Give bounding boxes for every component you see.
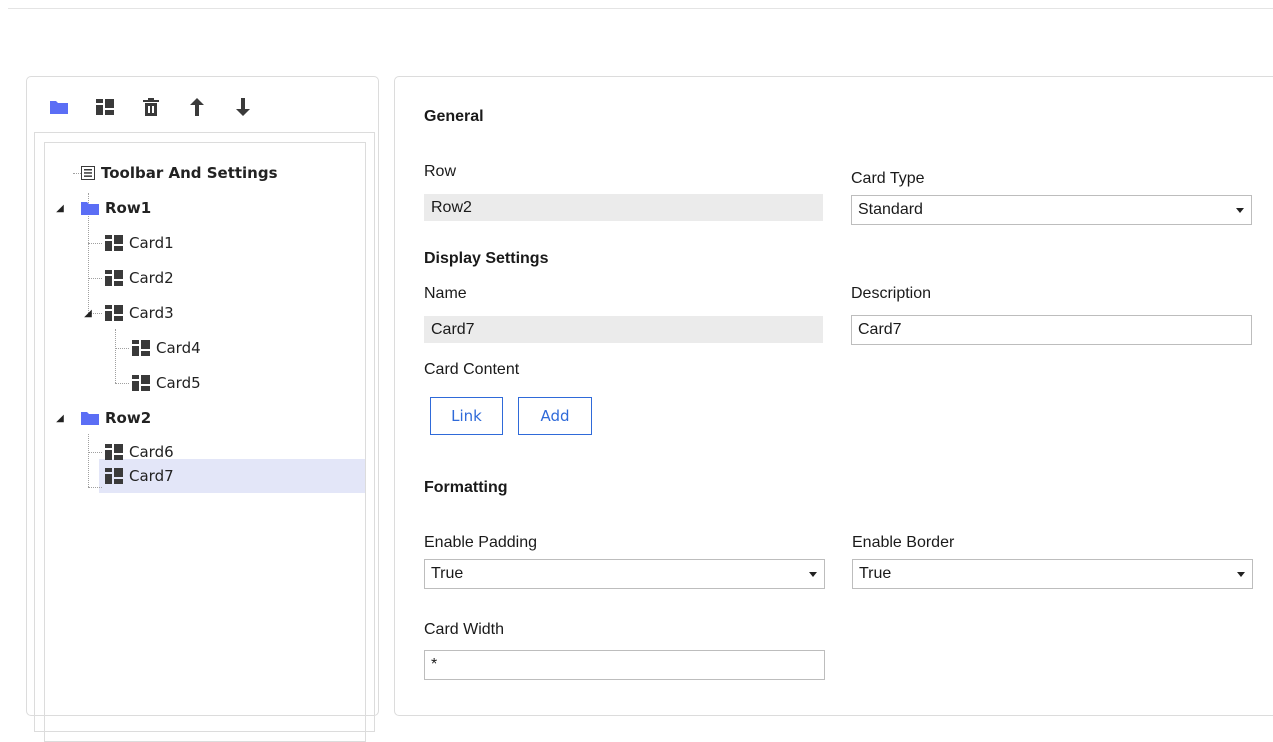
tree-panel: Toolbar And Settings ◢ Row1 Card1 Card2 … [26, 76, 379, 742]
card-icon [105, 270, 123, 286]
name-readonly-field: Card7 [424, 316, 823, 343]
card-icon [132, 340, 150, 356]
folder-icon [50, 101, 68, 114]
card-width-label: Card Width [424, 621, 505, 638]
tree-node-card1[interactable]: Card1 [105, 226, 174, 260]
settings-list-icon [81, 166, 95, 180]
enable-padding-select[interactable]: True [424, 559, 825, 589]
tree-node-label: Toolbar And Settings [101, 164, 278, 182]
tree-connector [115, 348, 129, 349]
name-label: Name [424, 285, 467, 302]
tree-node-card5[interactable]: Card5 [132, 366, 201, 400]
add-button[interactable]: Add [518, 397, 592, 435]
move-up-button[interactable] [185, 95, 209, 119]
tree-connector [73, 173, 81, 174]
folder-icon [81, 411, 99, 425]
tree-connector [88, 243, 89, 313]
card-icon [105, 305, 123, 321]
tree-node-card3[interactable]: Card3 [105, 296, 174, 330]
section-title-display-settings: Display Settings [424, 250, 549, 267]
arrow-down-icon [236, 98, 250, 116]
move-down-button[interactable] [231, 95, 255, 119]
tree-node-label: Card1 [129, 234, 174, 252]
card-type-select[interactable]: Standard [851, 195, 1252, 225]
tree-connector [88, 487, 102, 488]
top-divider [8, 8, 1273, 9]
enable-border-select[interactable]: True [852, 559, 1253, 589]
tree-node-label: Row1 [105, 199, 152, 217]
card-icon [96, 99, 114, 115]
tree-connector [88, 243, 102, 244]
enable-padding-label: Enable Padding [424, 534, 537, 551]
expand-toggle-card3[interactable]: ◢ [83, 308, 93, 319]
card-icon [132, 375, 150, 391]
tree-connector [115, 329, 116, 383]
tree-node-card7[interactable]: Card7 [105, 459, 174, 493]
description-label: Description [851, 285, 932, 302]
tree-node-label: Card3 [129, 304, 174, 322]
tree-connector [88, 434, 89, 487]
expand-toggle-row1[interactable]: ◢ [55, 203, 65, 214]
row-readonly-field: Row2 [424, 194, 823, 221]
card-icon [105, 444, 123, 460]
tree-node-row2[interactable]: Row2 [81, 401, 151, 435]
card-content-label: Card Content [424, 361, 520, 378]
expand-toggle-row2[interactable]: ◢ [55, 413, 65, 424]
tree-connector [88, 278, 102, 279]
tree-node-toolbar-settings[interactable]: Toolbar And Settings [81, 156, 278, 190]
tree-node-label: Card5 [156, 374, 201, 392]
folder-icon [81, 201, 99, 215]
trash-icon [143, 98, 159, 116]
tree-node-label: Card7 [129, 467, 174, 485]
link-button[interactable]: Link [430, 397, 503, 435]
add-row-button[interactable] [47, 95, 71, 119]
tree-connector [88, 452, 102, 453]
description-input[interactable]: Card7 [851, 315, 1252, 345]
card-type-label: Card Type [851, 170, 925, 187]
tree-toolbar [47, 95, 277, 119]
properties-panel: General Row Row2 Card Type Standard Disp… [394, 76, 1273, 716]
card-width-input[interactable]: * [424, 650, 825, 680]
delete-button[interactable] [139, 95, 163, 119]
arrow-up-icon [190, 98, 204, 116]
tree-view: Toolbar And Settings ◢ Row1 Card1 Card2 … [44, 142, 366, 742]
add-card-button[interactable] [93, 95, 117, 119]
card-icon [105, 468, 123, 484]
enable-border-value: True [859, 565, 892, 582]
tree-connector [115, 383, 129, 384]
section-title-formatting: Formatting [424, 479, 508, 496]
enable-border-label: Enable Border [852, 534, 955, 551]
card-type-value: Standard [858, 201, 923, 218]
tree-node-row1[interactable]: Row1 [81, 191, 151, 225]
tree-node-label: Row2 [105, 409, 152, 427]
tree-container: Toolbar And Settings ◢ Row1 Card1 Card2 … [34, 132, 375, 742]
tree-node-label: Card4 [156, 339, 201, 357]
card-icon [105, 235, 123, 251]
enable-padding-value: True [431, 565, 464, 582]
tree-node-label: Card2 [129, 269, 174, 287]
section-title-general: General [424, 108, 484, 125]
row-label: Row [424, 163, 457, 180]
tree-node-card2[interactable]: Card2 [105, 261, 174, 295]
tree-node-card4[interactable]: Card4 [132, 331, 201, 365]
